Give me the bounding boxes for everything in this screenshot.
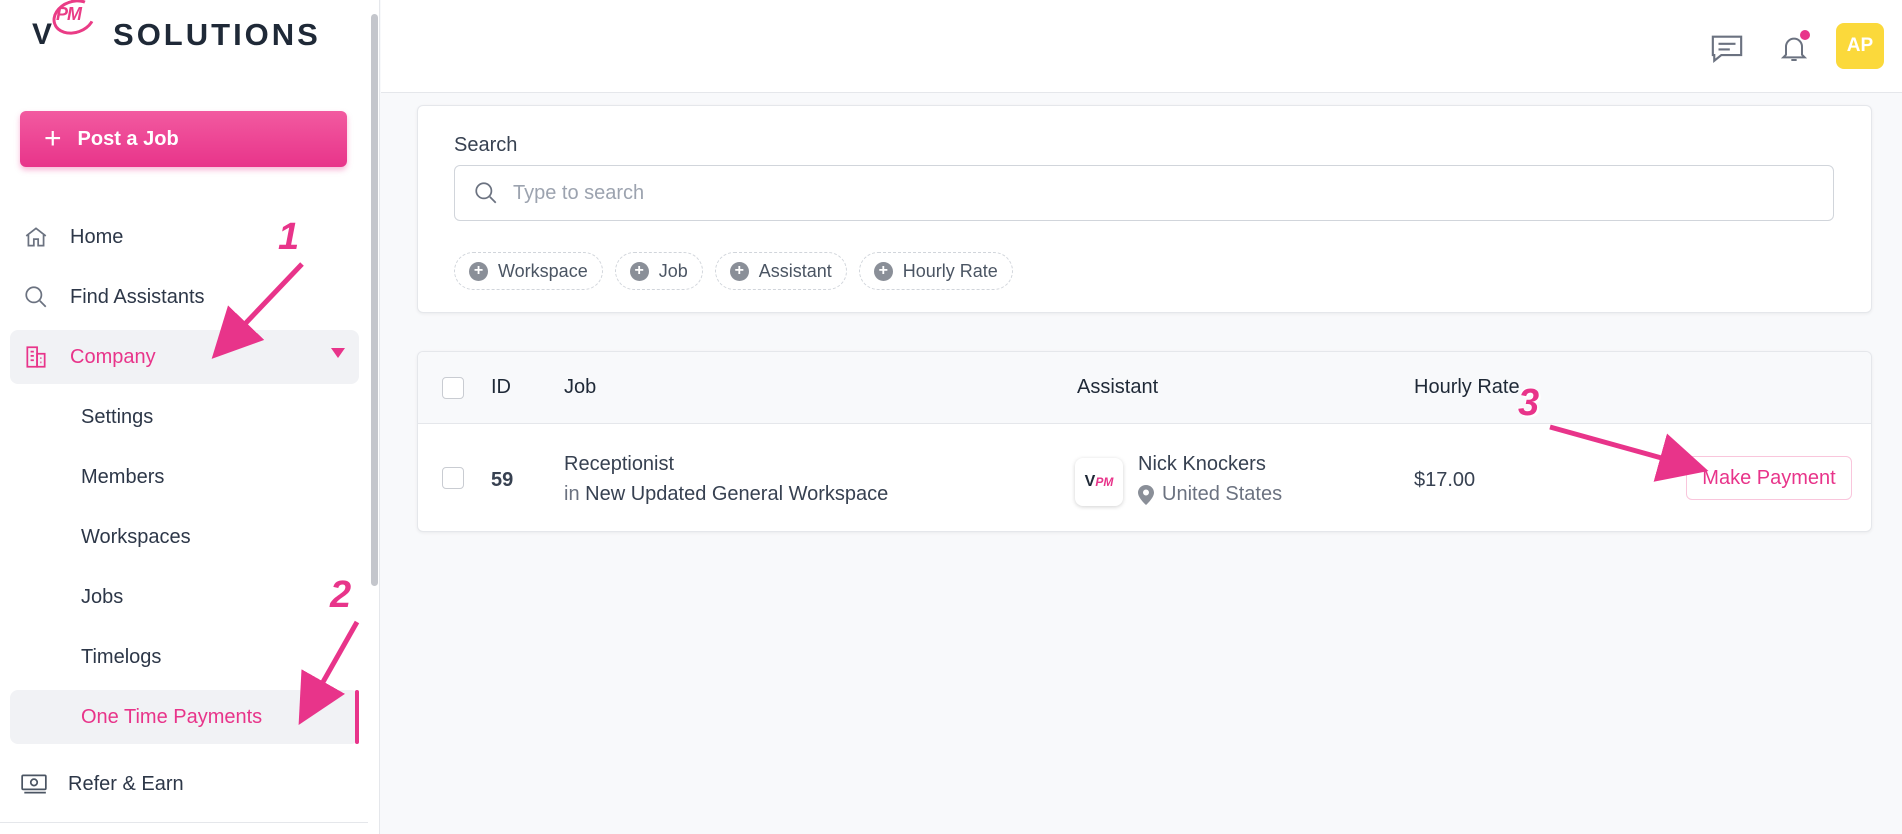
plus-circle-icon: + <box>873 261 893 281</box>
logo-mark: V PM <box>32 0 101 52</box>
sidebar-subitem-workspaces[interactable]: Workspaces <box>10 510 359 564</box>
column-header-job: Job <box>564 376 597 398</box>
sidebar-item-home[interactable]: Home <box>10 210 359 264</box>
topbar <box>381 0 1902 93</box>
filter-chip-assistant[interactable]: + Assistant <box>714 252 847 290</box>
sidebar-item-label: Company <box>70 345 156 368</box>
column-header-hourly-rate: Hourly Rate <box>1414 376 1520 398</box>
filter-chip-workspace[interactable]: + Workspace <box>454 252 603 290</box>
annotation-number-2: 2 <box>330 574 352 616</box>
search-icon <box>22 283 50 311</box>
plus-circle-icon: + <box>469 261 488 281</box>
assistant-name[interactable]: Nick Knockers <box>1138 453 1266 476</box>
hourly-rate-value: $17.00 <box>1414 469 1476 491</box>
make-payment-button[interactable]: Make Payment <box>1686 456 1852 500</box>
column-header-assistant: Assistant <box>1077 376 1159 398</box>
sidebar-scrollbar[interactable] <box>371 14 378 586</box>
company-logo[interactable]: V PM SOLUTIONS <box>32 0 321 60</box>
search-box[interactable] <box>454 165 1834 221</box>
sidebar: V PM SOLUTIONS + Post a Job Home Find As… <box>0 0 380 834</box>
sidebar-item-label: Find Assistants <box>70 285 205 308</box>
logo-text: SOLUTIONS <box>113 17 321 52</box>
filter-chip-hourly-rate[interactable]: + Hourly Rate <box>858 252 1013 290</box>
assistant-avatar: V PM <box>1075 458 1123 506</box>
sidebar-subitem-jobs[interactable]: Jobs <box>10 570 359 624</box>
chat-icon[interactable] <box>1709 30 1745 66</box>
notification-dot <box>1800 30 1810 40</box>
money-icon <box>20 770 48 798</box>
payments-table: ID Job Assistant Hourly Rate 59 Receptio… <box>417 351 1872 532</box>
filter-chips: + Workspace + Job + Assistant + Hourly Rate <box>454 252 1013 290</box>
assistant-location: United States <box>1138 483 1282 506</box>
row-checkbox[interactable] <box>442 467 464 489</box>
plus-circle-icon: + <box>729 261 749 281</box>
post-job-label: Post a Job <box>77 127 179 150</box>
job-title[interactable]: Receptionist <box>564 453 674 476</box>
column-header-id: ID <box>491 376 511 398</box>
job-workspace: New Updated General Workspace <box>585 483 889 505</box>
search-label: Search <box>454 134 518 156</box>
table-header: ID Job Assistant Hourly Rate <box>418 352 1871 424</box>
post-job-button[interactable]: + Post a Job <box>20 111 347 167</box>
location-pin-icon <box>1138 484 1154 505</box>
sidebar-subitem-settings[interactable]: Settings <box>10 390 359 444</box>
sidebar-item-company[interactable]: Company <box>10 330 359 384</box>
search-input[interactable] <box>513 181 1813 205</box>
job-workspace-line: in New Updated General Workspace <box>564 483 889 505</box>
sidebar-item-label: Home <box>70 225 124 248</box>
chevron-down-icon <box>331 348 345 358</box>
search-panel: Search +Workspace +Job +Assistant +Hourl… <box>417 105 1872 313</box>
plus-icon: + <box>44 122 62 155</box>
sidebar-item-find-assistants[interactable]: Find Assistants <box>10 270 359 324</box>
filter-chip-job[interactable]: + Job <box>614 252 703 290</box>
row-id: 59 <box>491 469 514 491</box>
sidebar-subitem-members[interactable]: Members <box>10 450 359 504</box>
sidebar-subitem-one-time-payments[interactable]: One Time Payments <box>10 690 359 744</box>
annotation-number-1: 1 <box>278 216 300 258</box>
user-avatar[interactable]: AP <box>1836 23 1884 69</box>
search-icon <box>473 180 499 206</box>
home-icon <box>22 223 50 251</box>
plus-circle-icon: + <box>629 261 649 281</box>
select-all-checkbox[interactable] <box>442 377 464 399</box>
sidebar-item-label: Refer & Earn <box>68 772 184 795</box>
sidebar-subitem-timelogs[interactable]: Timelogs <box>10 630 359 684</box>
annotation-number-3: 3 <box>1518 382 1540 424</box>
building-icon <box>22 343 50 371</box>
notification-bell-icon[interactable] <box>1776 30 1812 66</box>
sidebar-item-refer-earn[interactable]: Refer & Earn <box>10 757 359 811</box>
